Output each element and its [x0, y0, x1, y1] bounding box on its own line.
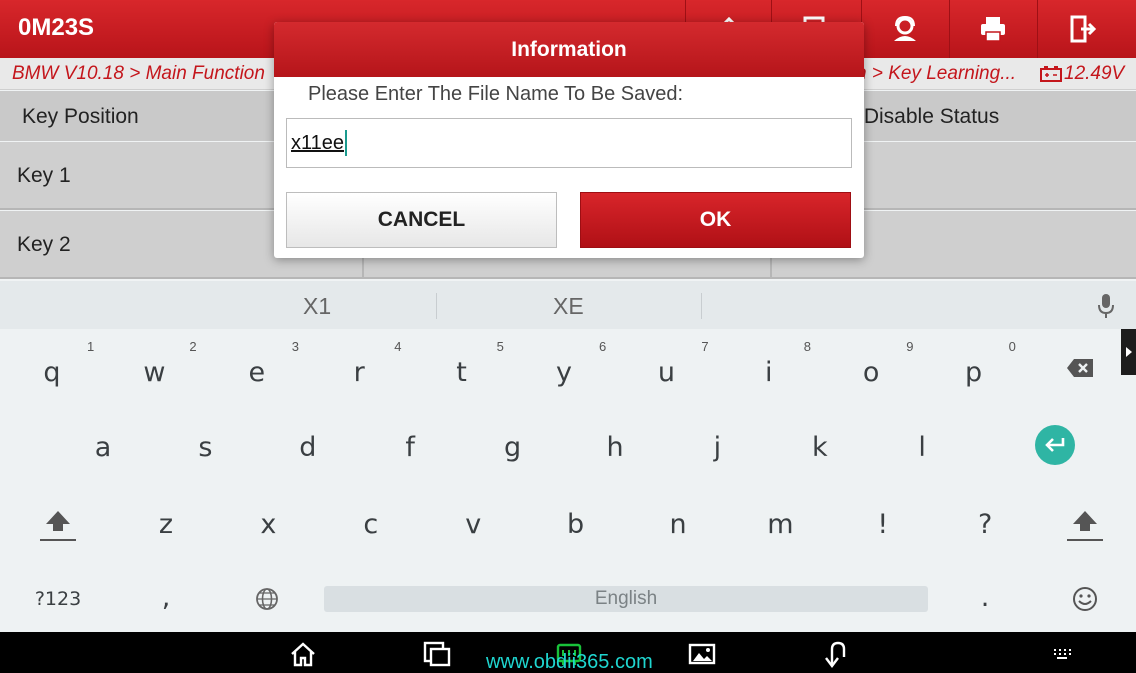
soft-keyboard: X1 XE ?123 , English . q 1 w 2 e 3 r 4 t… — [0, 281, 1136, 632]
exit-icon[interactable] — [1037, 0, 1123, 58]
key-j[interactable]: j — [672, 416, 762, 478]
emoji-key[interactable] — [1040, 568, 1130, 630]
comma-key[interactable]: , — [121, 566, 211, 628]
space-bar[interactable]: English — [324, 586, 928, 612]
key-n[interactable]: n — [633, 493, 723, 555]
key-hint: 6 — [599, 339, 607, 354]
filename-input[interactable]: x11ee — [286, 118, 852, 168]
symbols-key[interactable]: ?123 — [13, 568, 103, 630]
key-c[interactable]: c — [326, 493, 416, 555]
chevron-right-icon — [1125, 347, 1132, 357]
key-o[interactable]: o — [826, 341, 916, 403]
dialog-title: Information — [274, 22, 864, 77]
globe-icon — [256, 588, 278, 610]
dialog-prompt: Please Enter The File Name To Be Saved: — [308, 83, 684, 105]
key-x[interactable]: x — [223, 493, 313, 555]
ok-button[interactable]: OK — [580, 192, 851, 248]
key-hint: 7 — [701, 339, 709, 354]
keyboard-side-handle[interactable] — [1121, 329, 1136, 375]
key-s[interactable]: s — [160, 416, 250, 478]
screenshot-icon[interactable] — [686, 640, 718, 668]
key-hint: 4 — [394, 339, 402, 354]
key-g[interactable]: g — [468, 416, 558, 478]
back-icon[interactable] — [819, 640, 851, 668]
key-a[interactable]: a — [58, 416, 148, 478]
filename-value: x11ee — [291, 131, 345, 154]
column-key-position: Key Position — [22, 105, 139, 128]
print-icon[interactable] — [949, 0, 1035, 58]
column-status: /Disable Status — [858, 105, 1000, 128]
key-v[interactable]: v — [428, 493, 518, 555]
key-hint: 8 — [803, 339, 812, 354]
shift-key-left[interactable] — [13, 493, 103, 555]
key-u[interactable]: u — [621, 341, 711, 403]
key-position-label: Key 2 — [17, 233, 71, 256]
key-question[interactable]: ? — [940, 493, 1030, 555]
key-hint: 3 — [291, 339, 300, 354]
suggestion-item[interactable]: X1 — [303, 293, 331, 320]
suggestion-strip: X1 XE — [0, 281, 1136, 329]
cancel-button[interactable]: CANCEL — [286, 192, 557, 248]
key-p[interactable]: p — [929, 341, 1019, 403]
key-hint: 9 — [906, 339, 914, 354]
key-exclamation[interactable]: ! — [838, 493, 928, 555]
key-hint: 0 — [1008, 339, 1016, 354]
home-nav-icon[interactable] — [287, 640, 319, 668]
shift-icon — [1067, 511, 1103, 541]
shift-key-right[interactable] — [1040, 493, 1130, 555]
backspace-icon — [1067, 359, 1093, 377]
key-z[interactable]: z — [121, 493, 211, 555]
keyboard-switch-icon[interactable] — [1046, 640, 1078, 668]
key-h[interactable]: h — [570, 416, 660, 478]
recents-icon[interactable] — [421, 640, 453, 668]
period-key[interactable]: . — [940, 566, 1030, 628]
key-b[interactable]: b — [531, 493, 621, 555]
key-d[interactable]: d — [263, 416, 353, 478]
breadcrumb-current: n > Key Learning... — [856, 63, 1017, 84]
battery-voltage: 12.49V — [1064, 63, 1125, 84]
suggestion-item[interactable]: XE — [553, 293, 584, 320]
key-k[interactable]: k — [775, 416, 865, 478]
key-y[interactable]: y — [519, 341, 609, 403]
key-i[interactable]: i — [724, 341, 814, 403]
key-hint: 2 — [189, 339, 197, 354]
shift-icon — [40, 511, 76, 541]
key-t[interactable]: t — [417, 341, 507, 403]
key-m[interactable]: m — [735, 493, 825, 555]
key-w[interactable]: w — [109, 341, 199, 403]
enter-icon — [1045, 438, 1065, 452]
key-e[interactable]: e — [212, 341, 302, 403]
battery-status: 12.49V — [1040, 63, 1124, 85]
microphone-icon[interactable] — [1096, 293, 1116, 324]
key-f[interactable]: f — [365, 416, 455, 478]
key-r[interactable]: r — [314, 341, 404, 403]
breadcrumb-path: BMW V10.18 > Main Function — [12, 63, 265, 84]
key-l[interactable]: l — [877, 416, 967, 478]
key-hint: 5 — [496, 339, 504, 354]
watermark-text: www.obdii365.com — [486, 651, 653, 673]
key-q[interactable]: q — [7, 341, 97, 403]
battery-icon — [1040, 66, 1062, 82]
enter-key[interactable] — [1035, 425, 1075, 465]
key-position-label: Key 1 — [17, 164, 71, 187]
app-title: 0M23S — [18, 14, 95, 41]
language-key[interactable] — [222, 568, 312, 630]
backspace-key[interactable] — [1035, 337, 1125, 399]
emoji-icon — [1073, 587, 1097, 611]
text-caret — [345, 130, 348, 156]
support-icon[interactable] — [861, 0, 947, 58]
key-hint: 1 — [87, 339, 95, 354]
save-file-dialog: Information Please Enter The File Name T… — [274, 22, 864, 258]
